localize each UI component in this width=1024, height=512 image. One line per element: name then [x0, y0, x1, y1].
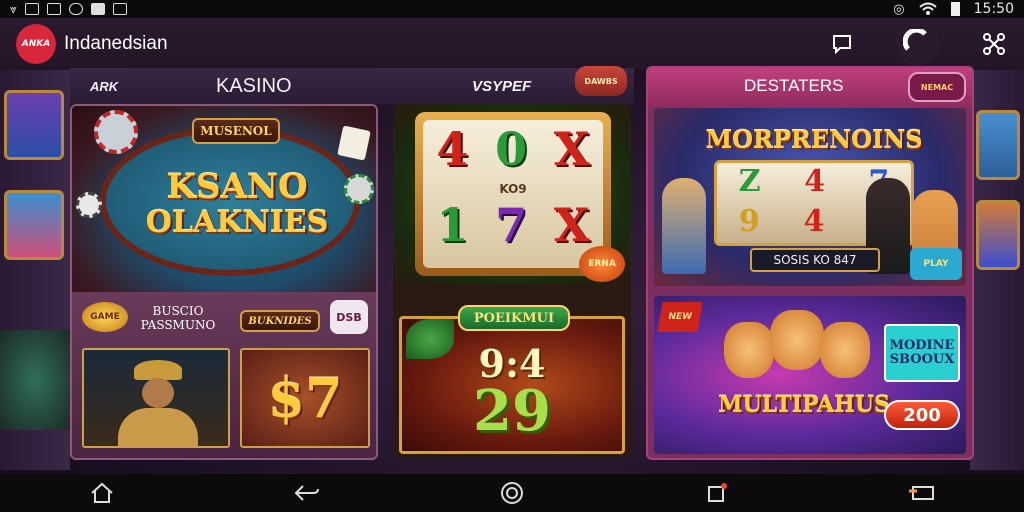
tiger-characters-image — [724, 310, 874, 390]
app-logo-text: ANKA — [21, 39, 51, 49]
bonus-amount: $7 — [267, 366, 343, 430]
background-arcade-left — [0, 70, 70, 470]
mid-tab-badge[interactable]: DAWBS — [575, 66, 627, 96]
multiplier-title: MULTIPAHUS — [718, 392, 890, 418]
multiplier-value: 200 — [884, 400, 960, 430]
promo-card[interactable]: GAME BUSCIO PASSMUNO BUKNIDES DSB $7 — [72, 292, 376, 458]
poker-chip-icon — [76, 192, 102, 218]
reel-symbol: 1 — [436, 198, 469, 252]
reel-symbol: 4 — [804, 164, 825, 199]
reel-symbol: X — [553, 198, 590, 252]
status-bar: ⩔ ◎ 15:50 — [0, 0, 1024, 18]
reel-symbol: X — [553, 122, 590, 176]
featured-header: DESTATERS NEMAC — [648, 68, 972, 108]
slots-panel: 4 0 X KO9 1 7 X ERNA POEIKMUI 9:4 29 — [393, 104, 631, 458]
tab-ark[interactable]: ARK — [90, 68, 118, 104]
slot-machine-frame: 4 0 X KO9 1 7 X — [415, 112, 611, 276]
status-bar-notifications: ⩔ — [10, 2, 127, 17]
background-arcade-right — [970, 70, 1024, 470]
slot-reels-card[interactable]: 4 0 X KO9 1 7 X ERNA — [393, 104, 631, 284]
reel-row-top: 4 0 X — [423, 126, 603, 172]
home-icon[interactable] — [84, 478, 120, 508]
arcade-machine-image — [4, 190, 64, 260]
players-photo — [82, 348, 230, 448]
app-header: ANKA Indanedsian — [0, 18, 1024, 70]
reel-symbol: Z — [738, 164, 761, 199]
moneybulls-badge: PLAY — [910, 248, 962, 280]
arcade-table-image — [0, 330, 70, 430]
link-icon — [68, 3, 83, 15]
tab-destaters[interactable]: DESTATERS — [744, 76, 844, 96]
person-image — [142, 378, 174, 408]
tab-kasino[interactable]: KASINO — [216, 68, 292, 104]
screenshot-icon — [46, 3, 61, 15]
casino-table-plate: MUSENOL — [192, 118, 280, 144]
tab-vsypef[interactable]: VSYPEF — [472, 68, 531, 104]
score-line2: 29 — [473, 378, 551, 444]
multiplier-side-box: MODINE SBOOUX — [884, 324, 960, 382]
image-icon — [24, 3, 39, 15]
folder-icon — [112, 3, 127, 15]
moneybulls-card[interactable]: MORPRENOINS Z 4 7 9 4 6 SOSIS KO 847 PLA… — [654, 108, 966, 286]
wifi-icon — [918, 2, 937, 15]
poker-chip-icon — [344, 174, 374, 204]
casino-title-line1: KSANO — [166, 167, 308, 207]
game-badge: GAME — [82, 302, 128, 332]
hat-image — [134, 360, 182, 380]
app-icon — [90, 3, 105, 15]
arcade-machine-image — [976, 110, 1020, 180]
character-image — [662, 178, 706, 274]
signal-icon: ⩔ — [10, 1, 17, 16]
tab-bar — [70, 68, 634, 104]
reel-symbol: 9 — [738, 204, 760, 239]
system-nav-bar — [0, 474, 1024, 512]
dice-icon — [337, 125, 371, 161]
reel-row-bottom: 1 7 X — [423, 202, 603, 248]
casino-title-line2: OLAKNIES — [145, 205, 329, 240]
app-logo[interactable]: ANKA — [16, 24, 56, 64]
reel-middle-label: KO9 — [499, 182, 527, 196]
promo-title: BUSCIO PASSMUNO — [140, 304, 216, 333]
chat-icon[interactable] — [828, 30, 856, 58]
alarm-icon: ◎ — [893, 1, 905, 17]
featured-badge[interactable]: NEMAC — [908, 72, 966, 102]
reel-symbol: 0 — [495, 122, 528, 176]
reel-badge: ERNA — [579, 246, 625, 282]
score-banner: POEIKMUI — [458, 305, 570, 331]
back-icon[interactable] — [289, 478, 325, 508]
moneybulls-title: MORPRENOINS — [705, 125, 923, 154]
app-screen: ⩔ ◎ 15:50 ANKA Indanedsian ARK KASINO VS… — [0, 0, 1024, 512]
arcade-machine-image — [976, 200, 1020, 270]
person-body-image — [118, 408, 198, 448]
reel-symbol: 4 — [803, 204, 825, 239]
casino-games-panel: MUSENOL KSANO OLAKNIES GAME BUSCIO PASSM… — [70, 104, 378, 460]
reel-symbol: 4 — [436, 122, 469, 176]
promo-side-badge: DSB — [330, 300, 368, 334]
slot-reel-window: 4 0 X KO9 1 7 X — [423, 120, 603, 268]
multiplier-card[interactable]: NEW MODINE SBOOUX MULTIPAHUS 200 — [654, 296, 966, 454]
featured-panel: DESTATERS NEMAC MORPRENOINS Z 4 7 9 4 6 — [646, 66, 974, 460]
recents-icon[interactable] — [699, 478, 735, 508]
home-circle-icon[interactable] — [494, 478, 530, 508]
loading-spinner-icon[interactable] — [896, 22, 940, 66]
multiplier-tag: NEW — [657, 302, 703, 332]
screen-cast-icon[interactable] — [904, 478, 940, 508]
arcade-machine-image — [4, 90, 64, 160]
poker-chip-icon — [94, 110, 138, 154]
moneybulls-plate: SOSIS KO 847 — [750, 248, 880, 272]
bonus-amount-tile: $7 — [240, 348, 370, 448]
share-icon[interactable] — [980, 30, 1008, 58]
status-time: 15:50 — [973, 1, 1014, 17]
reel-symbol: 7 — [495, 198, 528, 252]
battery-icon — [950, 2, 960, 16]
app-title: Indanedsian — [64, 33, 168, 54]
casino-table-card[interactable]: MUSENOL KSANO OLAKNIES — [72, 106, 376, 292]
promo-plate: BUKNIDES — [240, 310, 320, 332]
score-card[interactable]: POEIKMUI 9:4 29 — [399, 305, 625, 454]
